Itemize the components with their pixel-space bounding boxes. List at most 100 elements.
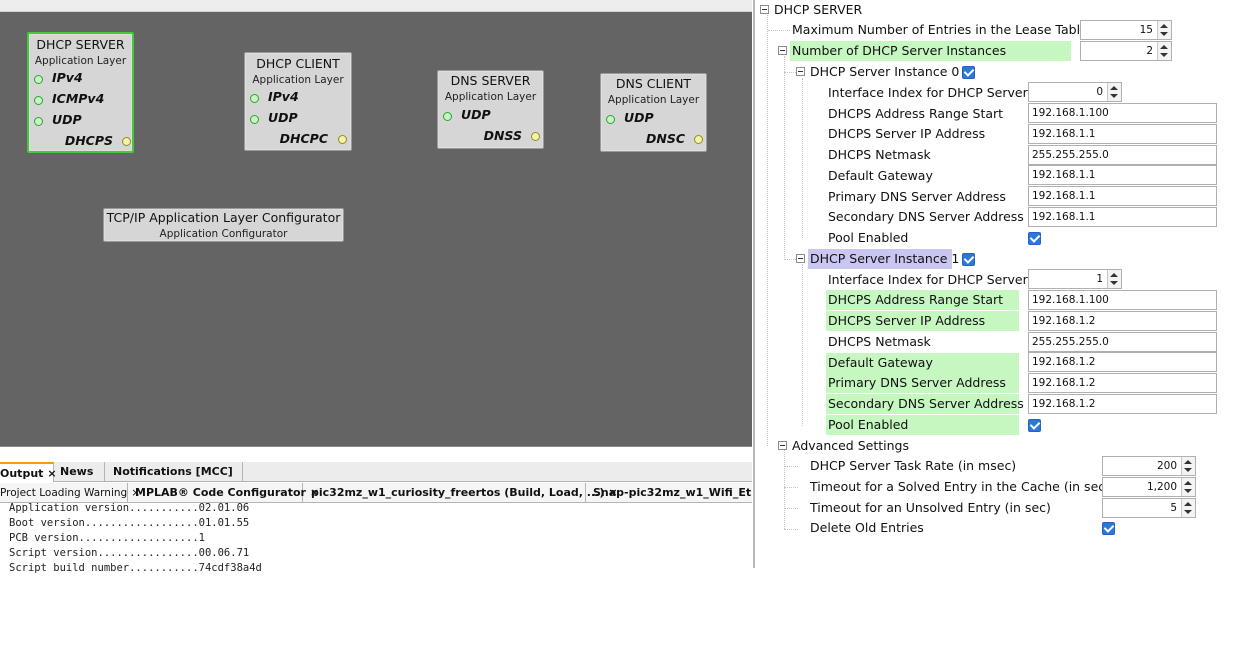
node-dhcp-server-instance-1[interactable]: DHCP Server Instance 1 [808, 249, 959, 269]
log-line: Boot version..................01.01.55 [9, 517, 250, 529]
node-subtitle: Application Layer [444, 91, 537, 103]
delete-old-entries-checkbox[interactable] [1102, 522, 1115, 535]
instance-0-netmask-field[interactable]: 255.255.255.0 [1028, 145, 1217, 165]
label-server-ip: DHCPS Server IP Address [826, 311, 1019, 331]
instance-0-interface-index-spinner[interactable]: 0 [1028, 82, 1122, 102]
input-port-icon[interactable] [250, 115, 259, 124]
tab-project-loading-warning[interactable]: Project Loading Warning × [0, 483, 140, 503]
tab-label: News [60, 465, 94, 478]
spinner-arrows-icon[interactable] [1181, 478, 1195, 496]
tab-build-load[interactable]: pic32mz_w1_curiosity_freertos (Build, Lo… [303, 483, 618, 503]
node-title: DHCP SERVER [36, 37, 125, 52]
label-unsolved-entry-timeout: Timeout for an Unsolved Entry (in sec) [810, 500, 1051, 515]
instance-1-enable-checkbox[interactable] [962, 253, 975, 266]
output-port-icon[interactable] [122, 137, 131, 146]
tab-snap-debugger[interactable]: Snap-pic32mz_w1_Wifi_Eth_B [586, 483, 752, 503]
port-label-dnss: DNSS [483, 128, 522, 143]
solved-entry-timeout-spinner[interactable]: 1,200 [1102, 477, 1196, 497]
spinner-value: 1,200 [1146, 481, 1177, 493]
input-port-icon[interactable] [606, 115, 615, 124]
node-title: DNS SERVER [450, 73, 531, 88]
spinner-value: 200 [1156, 460, 1177, 472]
label-max-lease-entries: Maximum Number of Entries in the Lease T… [792, 22, 1088, 37]
tab-label: Notifications [MCC] [113, 465, 233, 478]
collapse-icon[interactable] [778, 441, 787, 450]
port-label-ipv4: IPv4 [268, 89, 299, 104]
instance-0-pool-enabled-checkbox[interactable] [1028, 232, 1041, 245]
label-delete-old-entries: Delete Old Entries [810, 520, 924, 535]
node-title: DHCP CLIENT [256, 56, 340, 71]
output-panel-tabs: Output × News Notifications [MCC] [0, 462, 752, 482]
node-advanced-settings[interactable]: Advanced Settings [790, 436, 909, 456]
spinner-value: 0 [1096, 86, 1103, 98]
output-port-icon[interactable] [531, 132, 540, 141]
spinner-arrows-icon[interactable] [1107, 83, 1121, 101]
tab-output[interactable]: Output × [0, 462, 57, 482]
collapse-icon[interactable] [778, 46, 787, 55]
tab-mplab-code-configurator[interactable]: MPLAB® Code Configurator × [128, 483, 319, 503]
instance-1-gateway-field[interactable]: 192.168.1.2 [1028, 352, 1217, 372]
input-port-icon[interactable] [34, 117, 43, 126]
output-port-icon[interactable] [694, 135, 703, 144]
label-default-gateway: Default Gateway [828, 168, 933, 183]
task-rate-spinner[interactable]: 200 [1102, 456, 1196, 476]
output-doc-tabs: Project Loading Warning × MPLAB® Code Con… [0, 483, 752, 503]
collapse-icon[interactable] [796, 254, 805, 263]
port-label-ipv4: IPv4 [52, 70, 83, 85]
spinner-arrows-icon[interactable] [1107, 270, 1121, 288]
unsolved-entry-timeout-spinner[interactable]: 5 [1102, 498, 1196, 518]
instance-0-gateway-field[interactable]: 192.168.1.1 [1028, 165, 1217, 185]
num-instances-spinner[interactable]: 2 [1080, 41, 1172, 61]
node-dhcp-server-instance-0[interactable]: DHCP Server Instance 0 [808, 62, 959, 82]
dhcp-client-node[interactable]: DHCP CLIENT Application Layer IPv4 UDP D… [244, 52, 352, 151]
tab-news[interactable]: News [54, 462, 105, 482]
port-label-dhcpc: DHCPC [279, 131, 328, 146]
label-primary-dns: Primary DNS Server Address [828, 189, 1006, 204]
input-port-icon[interactable] [34, 96, 43, 105]
input-port-icon[interactable] [34, 75, 43, 84]
project-graph-canvas[interactable]: DHCP SERVER Application Layer IPv4 ICMPv… [0, 12, 752, 446]
max-lease-entries-spinner[interactable]: 15 [1080, 20, 1172, 40]
instance-0-secondary-dns-field[interactable]: 192.168.1.1 [1028, 207, 1217, 227]
port-label-dhcps: DHCPS [64, 133, 113, 148]
instance-1-pool-enabled-checkbox[interactable] [1028, 419, 1041, 432]
log-line: Script build number...........74cdf38a4d [9, 562, 262, 574]
label-range-start: DHCPS Address Range Start [828, 106, 1004, 121]
instance-0-primary-dns-field[interactable]: 192.168.1.1 [1028, 186, 1217, 206]
spinner-arrows-icon[interactable] [1157, 21, 1171, 39]
spinner-arrows-icon[interactable] [1181, 499, 1195, 517]
spinner-arrows-icon[interactable] [1181, 457, 1195, 475]
instance-1-interface-index-spinner[interactable]: 1 [1028, 269, 1122, 289]
dns-server-node[interactable]: DNS SERVER Application Layer UDP DNSS [437, 70, 544, 149]
label-netmask: DHCPS Netmask [828, 334, 931, 349]
label-task-rate: DHCP Server Task Rate (in msec) [810, 458, 1017, 473]
label-secondary-dns: Secondary DNS Server Address [828, 209, 1024, 224]
instance-1-secondary-dns-field[interactable]: 192.168.1.2 [1028, 394, 1217, 414]
input-port-icon[interactable] [443, 112, 452, 121]
instance-1-primary-dns-field[interactable]: 192.168.1.2 [1028, 373, 1217, 393]
output-port-icon[interactable] [338, 135, 347, 144]
input-port-icon[interactable] [250, 94, 259, 103]
instance-0-enable-checkbox[interactable] [962, 66, 975, 79]
label-server-ip: DHCPS Server IP Address [828, 126, 986, 141]
collapse-icon[interactable] [796, 67, 805, 76]
instance-0-range-start-field[interactable]: 192.168.1.100 [1028, 103, 1217, 123]
node-title: TCP/IP Application Layer Configurator [106, 210, 341, 225]
tcpip-app-configurator-node[interactable]: TCP/IP Application Layer Configurator Ap… [103, 208, 344, 242]
spinner-value: 15 [1139, 24, 1153, 36]
tab-notifications[interactable]: Notifications [MCC] [105, 462, 243, 482]
node-dhcp-server[interactable]: DHCP SERVER [772, 0, 862, 20]
port-label-udp: UDP [624, 110, 654, 125]
instance-0-server-ip-field[interactable]: 192.168.1.1 [1028, 124, 1217, 144]
port-label-udp: UDP [461, 107, 491, 122]
instance-1-range-start-field[interactable]: 192.168.1.100 [1028, 290, 1217, 310]
configuration-options-panel: DHCP SERVER Maximum Number of Entries in… [753, 0, 1251, 568]
port-label-udp: UDP [52, 112, 82, 127]
spinner-arrows-icon[interactable] [1157, 42, 1171, 60]
canvas-toolbar-strip [0, 0, 752, 12]
instance-1-server-ip-field[interactable]: 192.168.1.2 [1028, 311, 1217, 331]
dns-client-node[interactable]: DNS CLIENT Application Layer UDP DNSC [600, 73, 707, 152]
dhcp-server-node[interactable]: DHCP SERVER Application Layer IPv4 ICMPv… [27, 32, 134, 153]
collapse-icon[interactable] [760, 5, 769, 14]
instance-1-netmask-field[interactable]: 255.255.255.0 [1028, 332, 1217, 352]
